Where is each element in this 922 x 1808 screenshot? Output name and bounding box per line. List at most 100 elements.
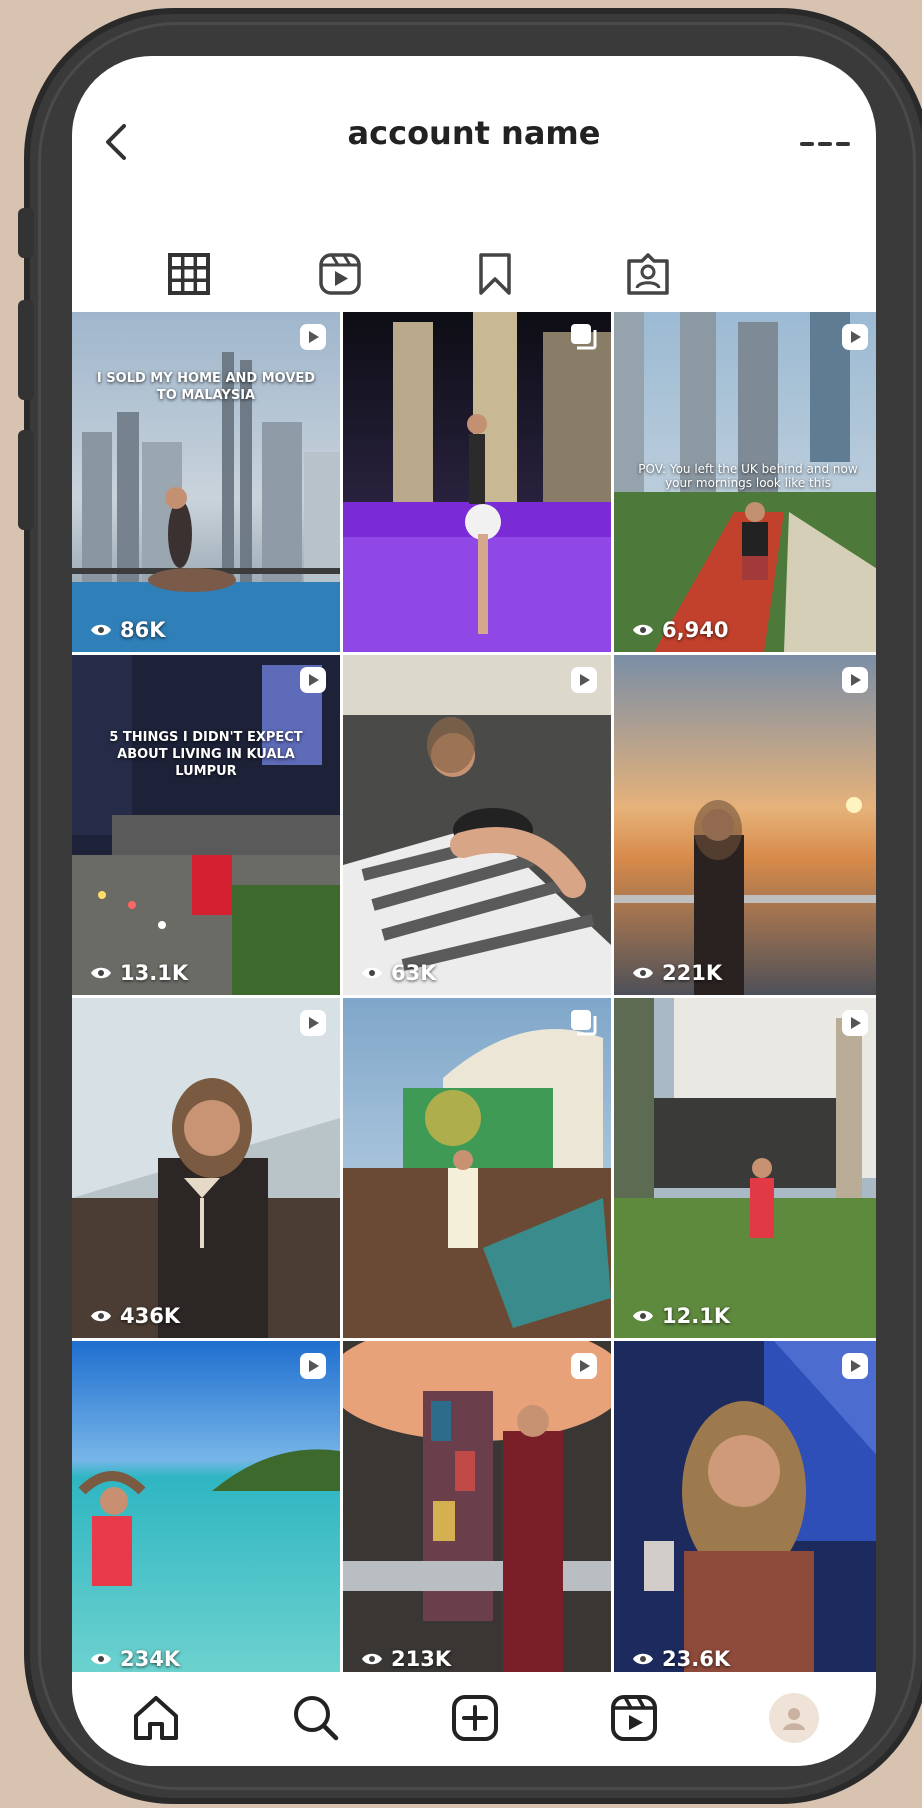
post-tile[interactable] [343, 998, 611, 1338]
profile-header: account name [72, 56, 876, 206]
post-thumbnail [72, 655, 340, 995]
phone-side-button [18, 300, 34, 400]
reel-badge [840, 1351, 870, 1381]
view-count: 12.1K [632, 1304, 730, 1328]
reel-icon [300, 667, 326, 693]
grid-icon [168, 253, 210, 295]
reel-icon [842, 1353, 868, 1379]
phone-side-button [18, 430, 34, 530]
bookmark-icon [479, 253, 511, 295]
view-count-text: 436K [120, 1304, 181, 1328]
post-caption: POV: You left the UK behind and now your… [638, 462, 858, 490]
post-tile[interactable]: 213K [343, 1341, 611, 1681]
post-caption: I SOLD MY HOME AND MOVED TO MALAYSIA [96, 371, 316, 403]
post-thumbnail [72, 1341, 340, 1681]
nav-create[interactable] [445, 1688, 505, 1748]
view-count: 213K [361, 1647, 451, 1671]
eye-icon [91, 624, 111, 636]
view-count: 13.1K [90, 961, 188, 985]
post-tile[interactable]: 5 THINGS I DIDN'T EXPECT ABOUT LIVING IN… [72, 655, 340, 995]
reel-badge [569, 665, 599, 695]
post-thumbnail [72, 998, 340, 1338]
tab-saved[interactable] [460, 234, 530, 314]
post-thumbnail [72, 312, 340, 652]
reel-icon [842, 324, 868, 350]
reel-badge [569, 1351, 599, 1381]
eye-icon [633, 1310, 653, 1322]
reel-icon [571, 1353, 597, 1379]
view-count-text: 86K [120, 618, 166, 642]
reel-badge [298, 1008, 328, 1038]
reels-icon [319, 253, 361, 295]
reel-icon [571, 667, 597, 693]
post-thumbnail [343, 1341, 611, 1681]
nav-profile[interactable] [764, 1688, 824, 1748]
post-caption: 5 THINGS I DIDN'T EXPECT ABOUT LIVING IN… [109, 730, 303, 779]
app-screen: account name I SOLD MY HOME AND MOVED TO… [72, 56, 876, 1766]
nav-home[interactable] [126, 1688, 186, 1748]
tagged-icon [627, 253, 669, 295]
reel-badge [840, 322, 870, 352]
nav-search[interactable] [286, 1688, 346, 1748]
view-count: 6,940 [632, 618, 728, 642]
posts-grid: I SOLD MY HOME AND MOVED TO MALAYSIA 86K [72, 312, 876, 1681]
reel-badge [840, 1008, 870, 1038]
phone-side-button [18, 208, 34, 258]
post-tile[interactable]: I SOLD MY HOME AND MOVED TO MALAYSIA 86K [72, 312, 340, 652]
post-thumbnail [614, 655, 876, 995]
avatar [769, 1693, 819, 1743]
view-count-text: 234K [120, 1647, 181, 1671]
eye-icon [362, 967, 382, 979]
carousel-badge [569, 1008, 599, 1038]
tab-tagged[interactable] [613, 234, 683, 314]
post-tile[interactable]: POV: You left the UK behind and now your… [614, 312, 876, 652]
post-thumbnail [343, 655, 611, 995]
nav-reels[interactable] [604, 1688, 664, 1748]
eye-icon [91, 1310, 111, 1322]
eye-icon [91, 1653, 111, 1665]
carousel-badge [569, 322, 599, 352]
eye-icon [633, 967, 653, 979]
post-tile[interactable]: 12.1K [614, 998, 876, 1338]
avatar-icon [783, 1708, 805, 1730]
view-count-text: 23.6K [662, 1647, 731, 1671]
more-button[interactable] [800, 136, 850, 152]
reel-icon [842, 1010, 868, 1036]
more-icon [800, 142, 850, 146]
home-icon [134, 1696, 178, 1740]
reel-icon [300, 324, 326, 350]
view-count: 86K [90, 618, 166, 642]
post-tile[interactable]: 23.6K [614, 1341, 876, 1681]
post-tile[interactable]: 221K [614, 655, 876, 995]
view-count-text: 6,940 [662, 618, 729, 642]
eye-icon [362, 1653, 382, 1665]
reel-icon [300, 1010, 326, 1036]
view-count: 234K [90, 1647, 180, 1671]
post-thumbnail [614, 998, 876, 1338]
view-count: 436K [90, 1304, 180, 1328]
reel-icon [300, 1353, 326, 1379]
post-thumbnail [343, 998, 611, 1338]
post-tile[interactable]: 234K [72, 1341, 340, 1681]
post-tile[interactable] [343, 312, 611, 652]
carousel-icon [571, 1010, 597, 1036]
view-count-text: 63K [391, 961, 437, 985]
post-thumbnail [614, 1341, 876, 1681]
post-tile[interactable]: 436K [72, 998, 340, 1338]
post-tile[interactable]: 63K [343, 655, 611, 995]
carousel-icon [571, 324, 597, 350]
post-thumbnail [343, 312, 611, 652]
eye-icon [633, 1653, 653, 1665]
search-icon [294, 1696, 339, 1741]
reel-badge [298, 322, 328, 352]
eye-icon [633, 624, 653, 636]
reel-icon [842, 667, 868, 693]
reel-badge [298, 1351, 328, 1381]
tab-grid[interactable] [154, 234, 224, 314]
eye-icon [91, 967, 111, 979]
reels-icon [611, 1695, 657, 1741]
view-count: 63K [361, 961, 437, 985]
view-count-text: 12.1K [662, 1304, 731, 1328]
tab-reels[interactable] [305, 234, 375, 314]
view-count-text: 213K [391, 1647, 452, 1671]
